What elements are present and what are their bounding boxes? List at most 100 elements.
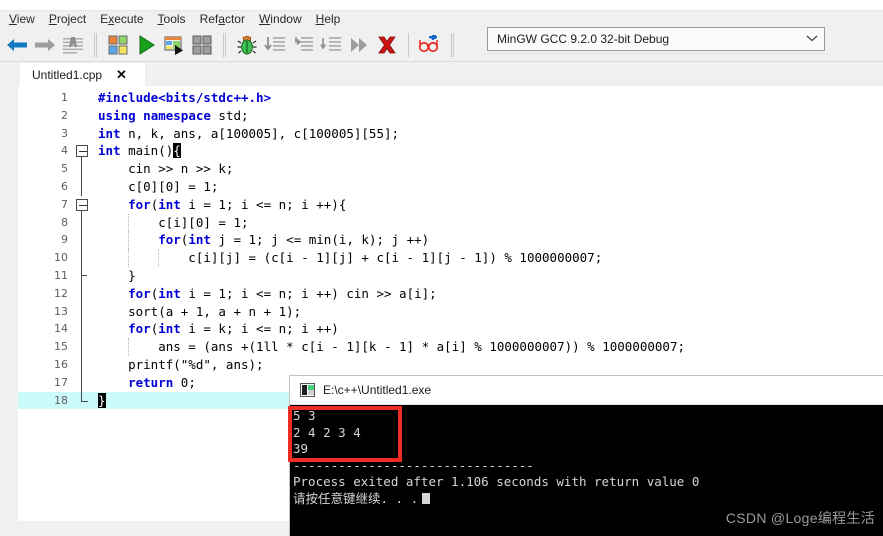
fold-margin[interactable] bbox=[74, 89, 92, 107]
menu-item-execute[interactable]: Execute bbox=[93, 11, 150, 28]
code-line[interactable]: 8 c[i][0] = 1; bbox=[18, 213, 685, 232]
menu-item-project[interactable]: Project bbox=[42, 11, 93, 28]
title-bar-strip bbox=[0, 0, 883, 11]
debug-bug-icon[interactable] bbox=[233, 31, 261, 59]
chevron-down-icon[interactable] bbox=[804, 34, 820, 45]
line-text: printf("%d", ans); bbox=[98, 356, 264, 372]
fold-line bbox=[81, 355, 82, 374]
fold-line bbox=[81, 302, 82, 321]
stop-execution-icon[interactable] bbox=[373, 31, 401, 59]
code-line[interactable]: 3 int n, k, ans, a[100005], c[100005][55]… bbox=[18, 125, 685, 143]
menu-item-help[interactable]: Help bbox=[309, 11, 348, 28]
continue-icon[interactable] bbox=[345, 31, 373, 59]
menu-item-tools[interactable]: Tools bbox=[151, 11, 193, 28]
line-text: } bbox=[98, 392, 106, 408]
code-line[interactable]: 5 cin >> n >> k; bbox=[18, 160, 685, 178]
line-number: 11 bbox=[54, 268, 68, 282]
back-arrow-icon[interactable] bbox=[3, 31, 31, 59]
rebuild-all-icon[interactable] bbox=[188, 31, 216, 59]
console-app-icon bbox=[300, 383, 315, 397]
code-line[interactable]: 16 printf("%d", ans); bbox=[18, 355, 685, 374]
code-line[interactable]: 2 using namespace std; bbox=[18, 107, 685, 125]
console-press-any-key: 请按任意键继续. . . bbox=[293, 490, 419, 506]
line-number: 14 bbox=[54, 322, 68, 336]
line-text: int n, k, ans, a[100005], c[100005][55]; bbox=[98, 125, 400, 141]
line-number: 2 bbox=[61, 108, 68, 122]
line-number: 18 bbox=[54, 393, 68, 407]
fold-margin[interactable] bbox=[74, 302, 92, 321]
fold-margin[interactable] bbox=[74, 213, 92, 232]
run-icon[interactable] bbox=[132, 31, 160, 59]
code-line[interactable]: 11 } bbox=[18, 266, 685, 285]
indent-guide bbox=[158, 249, 159, 267]
code-line[interactable]: 12 for(int i = 1; i <= n; i ++) cin >> a… bbox=[18, 284, 685, 303]
fold-line bbox=[81, 338, 82, 356]
step-over-icon[interactable] bbox=[261, 31, 289, 59]
indent-guide bbox=[128, 249, 129, 267]
console-exit-message: Process exited after 1.106 seconds with … bbox=[293, 474, 700, 489]
fold-margin[interactable] bbox=[74, 266, 92, 285]
tab-label: Untitled1.cpp bbox=[32, 67, 103, 82]
add-watch-icon[interactable] bbox=[416, 31, 444, 59]
step-out-icon[interactable] bbox=[317, 31, 345, 59]
toolbar-group-debug bbox=[230, 28, 404, 62]
console-window[interactable]: E:\c++\Untitled1.exe 5 3 2 4 2 3 4 39 --… bbox=[290, 376, 883, 536]
code-line[interactable]: 14 for(int i = k; i <= n; i ++) bbox=[18, 320, 685, 339]
fold-margin[interactable] bbox=[74, 373, 92, 392]
compile-and-run-icon[interactable] bbox=[160, 31, 188, 59]
format-code-icon[interactable] bbox=[59, 31, 87, 59]
fold-toggle-icon[interactable] bbox=[76, 198, 88, 211]
fold-line bbox=[81, 160, 82, 178]
fold-margin[interactable] bbox=[74, 231, 92, 250]
fold-margin[interactable] bbox=[74, 142, 92, 161]
line-number: 1 bbox=[61, 91, 68, 104]
compiler-select-value: MinGW GCC 9.2.0 32-bit Debug bbox=[497, 32, 670, 46]
console-separator: -------------------------------- bbox=[293, 457, 534, 473]
line-text: for(int i = k; i <= n; i ++) bbox=[128, 321, 339, 337]
fold-margin[interactable] bbox=[74, 196, 92, 214]
code-line[interactable]: 13 sort(a + 1, a + n + 1); bbox=[18, 302, 685, 321]
line-number: 3 bbox=[61, 126, 68, 140]
fold-margin[interactable] bbox=[74, 125, 92, 143]
fold-margin[interactable] bbox=[74, 249, 92, 267]
close-icon[interactable]: ✕ bbox=[116, 68, 127, 81]
forward-arrow-icon[interactable] bbox=[31, 31, 59, 59]
fold-margin[interactable] bbox=[74, 355, 92, 374]
fold-margin[interactable] bbox=[74, 320, 92, 339]
fold-margin[interactable] bbox=[74, 107, 92, 125]
fold-margin[interactable] bbox=[74, 177, 92, 196]
fold-margin[interactable] bbox=[74, 391, 92, 410]
fold-margin[interactable] bbox=[74, 160, 92, 178]
code-line[interactable]: 10 c[i][j] = (c[i - 1][j] + c[i - 1][j -… bbox=[18, 249, 685, 267]
code-line[interactable]: 7 for(int i = 1; i <= n; i ++){ bbox=[18, 196, 685, 214]
fold-line bbox=[81, 320, 82, 339]
line-number: 17 bbox=[54, 375, 68, 389]
menu-item-refactor[interactable]: Refactor bbox=[193, 11, 252, 28]
menu-item-window[interactable]: Window bbox=[252, 11, 309, 28]
toolbar-group-watch bbox=[413, 28, 447, 62]
fold-line bbox=[81, 231, 82, 250]
line-text: c[i][0] = 1; bbox=[98, 214, 249, 230]
compile-icon[interactable] bbox=[104, 31, 132, 59]
fold-toggle-icon[interactable] bbox=[76, 145, 88, 158]
code-line[interactable]: 1 #include<bits/stdc++.h> bbox=[18, 89, 685, 107]
code-line[interactable]: 15 ans = (ans +(1ll * c[i - 1][k - 1] * … bbox=[18, 338, 685, 356]
line-text: return 0; bbox=[128, 374, 196, 390]
tab-untitled1-cpp[interactable]: Untitled1.cpp ✕ bbox=[20, 63, 145, 86]
console-line-array: 2 4 2 3 4 bbox=[293, 424, 361, 440]
fold-margin[interactable] bbox=[74, 284, 92, 303]
fold-line bbox=[81, 391, 88, 402]
compiler-select[interactable]: MinGW GCC 9.2.0 32-bit Debug bbox=[487, 27, 825, 51]
code-line[interactable]: 9 for(int j = 1; j <= min(i, k); j ++) bbox=[18, 231, 685, 250]
line-text: #include<bits/stdc++.h> bbox=[98, 90, 272, 105]
menu-item-view[interactable]: View bbox=[2, 11, 42, 28]
toolbar-separator bbox=[94, 32, 97, 57]
line-text: ans = (ans +(1ll * c[i - 1][k - 1] * a[i… bbox=[98, 339, 685, 355]
code-line[interactable]: 4 int main(){ bbox=[18, 142, 685, 161]
fold-margin[interactable] bbox=[74, 338, 92, 356]
code-line[interactable]: 6 c[0][0] = 1; bbox=[18, 177, 685, 196]
step-into-icon[interactable] bbox=[289, 31, 317, 59]
line-number: 4 bbox=[61, 144, 68, 158]
indent-guide bbox=[128, 213, 129, 232]
toolbar-separator-4 bbox=[451, 32, 454, 57]
